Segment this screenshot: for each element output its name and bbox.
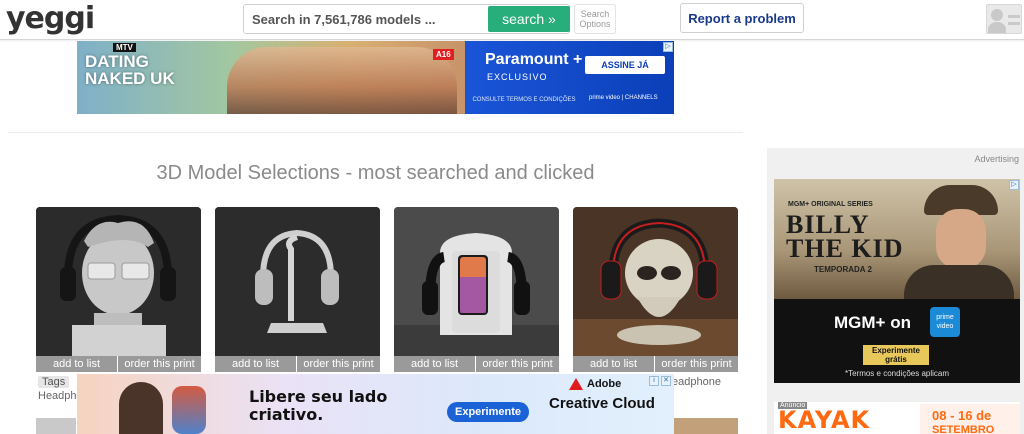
section-title: 3D Model Selections - most searched and … <box>156 162 595 184</box>
ad-terms: *Termos e condições aplicam <box>844 369 950 378</box>
report-problem-button[interactable]: Report a problem <box>680 3 804 33</box>
headphone-stand-image <box>215 207 380 356</box>
search-options-line2: Options <box>579 19 611 29</box>
adobe-logo-icon <box>569 378 583 390</box>
ad-photo <box>227 47 457 114</box>
search-button[interactable]: search » <box>488 6 570 32</box>
age-rating-badge: A16 <box>433 49 454 60</box>
order-print-button[interactable]: order this print <box>655 356 738 372</box>
sidebar-ad[interactable]: MGM+ ORIGINAL SERIES BILLY THE KID TEMPO… <box>774 179 1020 383</box>
headphone-bust-image <box>36 207 201 356</box>
ad-dates: 08 - 16 de SETEMBRO <box>920 404 1020 434</box>
kayak-logo: KAYAK <box>778 406 871 434</box>
model-thumbnail[interactable] <box>573 207 738 356</box>
ad-network: MGM+ on <box>834 313 911 332</box>
tag-link[interactable]: Headpho <box>38 390 83 402</box>
ad-photo <box>119 382 163 434</box>
add-to-list-button[interactable]: add to list <box>394 356 476 372</box>
ad-prime: prime video | CHANNELS <box>589 95 658 101</box>
model-card[interactable]: add to list order this print <box>394 207 559 372</box>
ad-cta-button[interactable]: ASSINE JÁ <box>585 56 665 74</box>
tag-link[interactable]: eadphone <box>672 376 721 388</box>
add-to-list-button[interactable]: add to list <box>573 356 655 372</box>
add-to-list-button[interactable]: add to list <box>215 356 297 372</box>
ad-title-line2: THE KID <box>786 234 904 263</box>
ad-illustration <box>172 386 206 434</box>
ad-brand-panel: Paramount + EXCLUSIVO ASSINE JÁ CONSULTE… <box>465 41 674 114</box>
order-print-button[interactable]: order this print <box>476 356 559 372</box>
adchoices-icon[interactable]: i <box>649 376 659 386</box>
site-header: yeggi search » Search Options Report a p… <box>0 0 1024 40</box>
ad-terms: CONSULTE TERMOS E CONDIÇÕES <box>472 97 576 103</box>
phone-dock-image <box>394 207 559 356</box>
search-options-line1: Search <box>580 9 610 19</box>
ad-headline-line2: criativo. <box>249 405 324 424</box>
ad-date-month: SETEMBRO <box>932 424 995 434</box>
mtv-logo: MTV <box>113 43 136 52</box>
card-actions: add to list order this print <box>36 356 201 372</box>
model-card[interactable]: add to list order this print <box>215 207 380 372</box>
ad-photo-body <box>904 265 1014 299</box>
model-thumbnail[interactable] <box>215 207 380 356</box>
ad-headline: Libere seu lado criativo. <box>249 388 387 424</box>
ad-cta-button[interactable]: Experimente <box>447 402 529 422</box>
model-thumbnail[interactable] <box>36 418 76 434</box>
user-account-icon[interactable] <box>986 4 1022 34</box>
ad-date-range: 08 - 16 de <box>932 408 992 423</box>
ad-show-title: DATING NAKED UK <box>85 52 175 88</box>
model-thumbnail[interactable] <box>674 418 738 434</box>
divider <box>8 132 743 133</box>
order-print-button[interactable]: order this print <box>297 356 380 372</box>
card-actions: add to list order this print <box>573 356 738 372</box>
ad-exclusive: EXCLUSIVO <box>487 72 548 82</box>
advertising-label: Advertising <box>974 154 1019 164</box>
tags-row: Tags <box>38 376 70 388</box>
tags-label: Tags <box>38 376 70 388</box>
ad-brand: Creative Cloud <box>549 395 655 412</box>
sidebar: Advertising MGM+ ORIGINAL SERIES BILLY T… <box>767 148 1024 434</box>
ad-headline-line1: Libere seu lado <box>249 387 388 406</box>
adchoices-icon[interactable]: ▷ <box>1009 180 1019 190</box>
ad-season: TEMPORADA 2 <box>814 265 872 274</box>
ad-series: MGM+ ORIGINAL SERIES <box>788 201 873 208</box>
ad-tag: Anúncio <box>778 402 808 409</box>
adchoices-icon[interactable]: ▷ <box>663 42 673 52</box>
ad-title: BILLY THE KID <box>786 212 904 263</box>
model-thumbnail[interactable] <box>36 207 201 356</box>
ad-cta-button[interactable]: Experimente grátis <box>863 345 929 365</box>
alien-skull-headphone-image <box>573 207 738 356</box>
site-logo[interactable]: yeggi <box>6 2 95 36</box>
search-box: search » <box>243 4 570 34</box>
close-ad-icon[interactable]: ✕ <box>661 376 671 386</box>
order-print-button[interactable]: order this print <box>118 356 201 372</box>
bottom-banner-ad[interactable]: Libere seu lado criativo. Experimente Ad… <box>77 374 674 434</box>
card-actions: add to list order this print <box>215 356 380 372</box>
ad-brand-top: Adobe <box>587 378 622 390</box>
model-card[interactable]: add to list order this print <box>573 207 738 372</box>
search-options-button[interactable]: Search Options <box>574 4 616 34</box>
model-card[interactable]: add to list order this print <box>36 207 201 372</box>
ad-photo-face <box>936 209 986 269</box>
search-input[interactable] <box>244 5 487 33</box>
add-to-list-button[interactable]: add to list <box>36 356 118 372</box>
top-banner-ad[interactable]: MTV DATING NAKED UK A16 Paramount + EXCL… <box>77 41 674 114</box>
sidebar-ad-kayak[interactable]: KAYAK Anúncio 08 - 16 de SETEMBRO <box>774 402 1020 434</box>
model-thumbnail[interactable] <box>394 207 559 356</box>
card-actions: add to list order this print <box>394 356 559 372</box>
prime-video-logo: prime video <box>930 307 960 337</box>
ad-brand: Paramount + <box>485 51 583 68</box>
